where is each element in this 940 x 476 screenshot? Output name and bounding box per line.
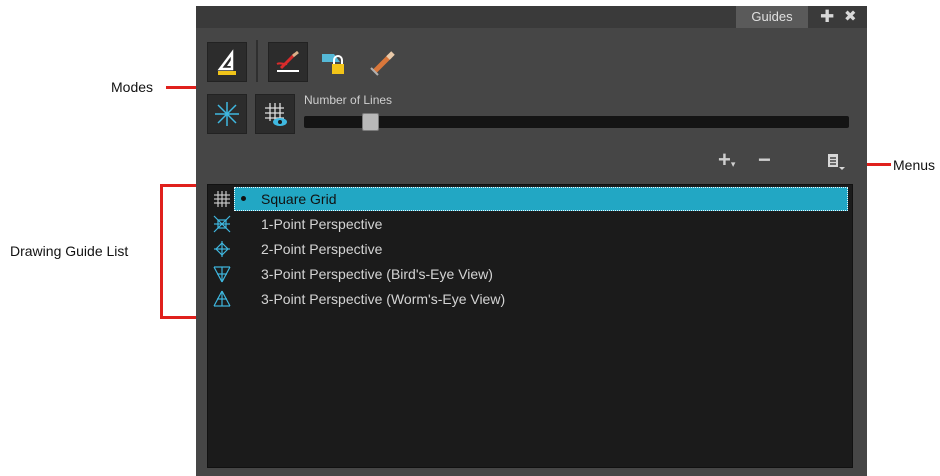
guide-row-square-grid[interactable]: Square Grid (208, 187, 852, 211)
guide-row-1-point-perspective[interactable]: 1-Point Perspective (208, 212, 852, 236)
modes-callout: Modes (111, 79, 154, 95)
active-bullet (241, 196, 246, 201)
menu-icon (828, 154, 845, 170)
guide-label: 1-Point Perspective (261, 216, 383, 232)
number-of-lines-slider[interactable] (304, 113, 849, 131)
close-panel-icon[interactable]: ✖ (844, 8, 857, 25)
one-point-perspective-icon (213, 215, 231, 233)
guide-label: 2-Point Perspective (261, 241, 383, 257)
drawing-guide-list[interactable]: Square Grid 1-Point Perspective 2-Point … (207, 184, 853, 468)
add-guide-button[interactable]: +▾ (718, 147, 735, 174)
tab-guides[interactable]: Guides (736, 6, 808, 28)
guide-label: Square Grid (261, 191, 337, 207)
remove-guide-button[interactable]: − (758, 147, 771, 172)
guide-row-3-point-worms-eye[interactable]: 3-Point Perspective (Worm's-Eye View) (208, 287, 852, 311)
plus-icon: + (718, 147, 731, 172)
toolbar-separator (256, 40, 258, 82)
minus-icon: − (758, 147, 771, 172)
guides-menu-button[interactable] (826, 152, 846, 172)
lock-guide-button[interactable] (318, 48, 348, 78)
two-point-perspective-icon (214, 241, 230, 257)
guide-label: 3-Point Perspective (Bird's-Eye View) (261, 266, 493, 282)
three-point-worms-eye-icon (213, 290, 231, 307)
guide-row-2-point-perspective[interactable]: 2-Point Perspective (208, 237, 852, 261)
menus-callout: Menus (893, 157, 936, 173)
show-grid-button[interactable] (255, 94, 295, 134)
three-point-birds-eye-icon (213, 266, 231, 283)
guides-panel: Guides ✚ ✖ Number of Lines +▾ − Square G… (196, 6, 867, 476)
add-panel-icon[interactable]: ✚ (820, 8, 834, 25)
set-square-ruler-icon (217, 49, 236, 75)
show-guide-lines-button[interactable] (207, 94, 247, 134)
erase-guide-button[interactable] (368, 48, 398, 78)
grid-icon (214, 191, 230, 207)
guide-label: 3-Point Perspective (Worm's-Eye View) (261, 291, 506, 307)
starburst-lines-icon (215, 102, 239, 126)
grid-eye-icon (265, 103, 287, 126)
drawing-guide-list-callout: Drawing Guide List (10, 243, 129, 259)
pencil-eraser-icon (370, 51, 395, 76)
draw-with-guide-button[interactable] (268, 42, 308, 82)
guide-lock-icon (322, 54, 344, 74)
ruler-mode-button[interactable] (207, 42, 247, 82)
panel-titlebar: Guides ✚ ✖ (196, 6, 867, 28)
modes-callout-line (166, 86, 196, 89)
number-of-lines-label: Number of Lines (304, 93, 393, 107)
guide-row-3-point-birds-eye[interactable]: 3-Point Perspective (Bird's-Eye View) (208, 262, 852, 286)
menus-callout-line (865, 163, 891, 166)
brush-on-guide-icon (276, 50, 299, 72)
slider-thumb[interactable] (362, 113, 379, 131)
